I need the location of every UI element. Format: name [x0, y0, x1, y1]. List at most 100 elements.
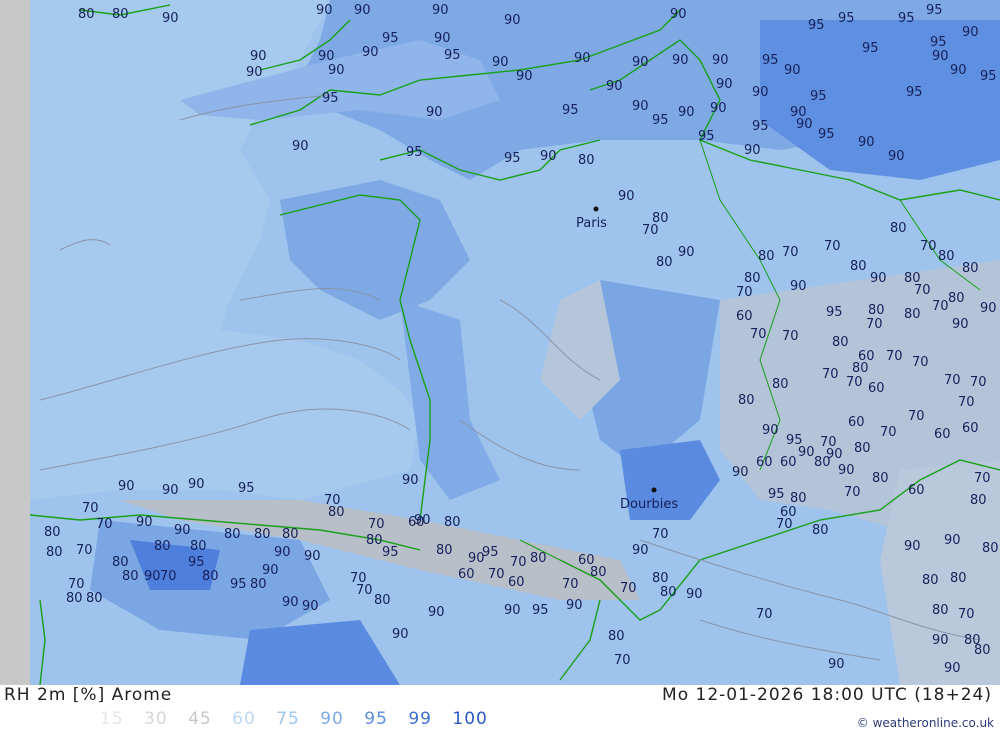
contour-label: 80	[932, 603, 949, 618]
contour-label: 60	[848, 415, 865, 430]
contour-label: 70	[822, 367, 839, 382]
contour-label: 80	[922, 573, 939, 588]
contour-label: 80	[850, 259, 867, 274]
contour-label: 80	[938, 249, 955, 264]
contour-label: 80	[66, 591, 83, 606]
contour-label: 70	[844, 485, 861, 500]
contour-label: 90	[354, 3, 371, 18]
contour-label: 80	[122, 569, 139, 584]
contour-label: 90	[796, 117, 813, 132]
contour-label: 60	[458, 567, 475, 582]
legend-item-15: 15	[100, 709, 124, 729]
contour-label: 80	[962, 261, 979, 276]
legend-item-75: 75	[276, 709, 300, 729]
contour-label: 95	[838, 11, 855, 26]
contour-label: 95	[768, 487, 785, 502]
city-label-dourbies: Dourbies	[620, 497, 678, 512]
contour-label: 90	[402, 473, 419, 488]
contour-label: 95	[906, 85, 923, 100]
contour-label: 80	[970, 493, 987, 508]
contour-label: 90	[980, 301, 997, 316]
legend-item-90: 90	[320, 709, 344, 729]
contour-label: 60	[868, 381, 885, 396]
contour-label: 90	[784, 63, 801, 78]
contour-label: 95	[238, 481, 255, 496]
contour-label: 90	[282, 595, 299, 610]
contour-label: 90	[932, 633, 949, 648]
contour-label: 80	[738, 393, 755, 408]
contour-label: 80	[282, 527, 299, 542]
contour-label: 90	[516, 69, 533, 84]
contour-label: 80	[758, 249, 775, 264]
contour-label: 90	[540, 149, 557, 164]
color-legend: 15 30 45 60 75 90 95 99 100	[100, 709, 502, 729]
no-data-strip	[0, 0, 30, 685]
contour-label: 70	[368, 517, 385, 532]
contour-label: 70	[880, 425, 897, 440]
contour-label: 70	[68, 577, 85, 592]
contour-label: 80	[790, 491, 807, 506]
contour-label: 70	[750, 327, 767, 342]
contour-label: 95	[930, 35, 947, 50]
contour-label: 60	[756, 455, 773, 470]
contour-label: 95	[230, 577, 247, 592]
credit-link[interactable]: © weatheronline.co.uk	[857, 716, 994, 730]
contour-label: 80	[974, 643, 991, 658]
contour-label: 95	[898, 11, 915, 26]
contour-label: 80	[530, 551, 547, 566]
contour-label: 80	[656, 255, 673, 270]
contour-label: 80	[948, 291, 965, 306]
contour-label: 95	[188, 555, 205, 570]
contour-label: 90	[932, 49, 949, 64]
contour-label: 90	[432, 3, 449, 18]
contour-label: 90	[492, 55, 509, 70]
contour-label: 90	[952, 317, 969, 332]
contour-label: 90	[686, 587, 703, 602]
contour-label: 80	[86, 591, 103, 606]
contour-label: 60	[934, 427, 951, 442]
contour-label: 70	[932, 299, 949, 314]
contour-label: 70	[846, 375, 863, 390]
contour-label: 95	[980, 69, 997, 84]
contour-label: 70	[782, 329, 799, 344]
contour-label: 80	[744, 271, 761, 286]
contour-label: 80	[904, 307, 921, 322]
contour-label: 60	[962, 421, 979, 436]
contour-label: 60	[578, 553, 595, 568]
contour-label: 70	[776, 517, 793, 532]
contour-label: 80	[660, 585, 677, 600]
city-dot-paris	[593, 206, 599, 212]
contour-label: 95	[808, 18, 825, 33]
contour-label: 70	[652, 527, 669, 542]
contour-label: 90	[838, 463, 855, 478]
contour-label: 80	[154, 539, 171, 554]
contour-label: 90	[670, 7, 687, 22]
contour-label: 90	[426, 105, 443, 120]
city-label-paris: Paris	[576, 216, 607, 231]
contour-label: 90	[162, 483, 179, 498]
contour-label: 70	[76, 543, 93, 558]
contour-label: 60	[780, 455, 797, 470]
contour-label: 90	[744, 143, 761, 158]
contour-label: 80	[436, 543, 453, 558]
contour-label: 90	[566, 598, 583, 613]
contour-label: 90	[262, 563, 279, 578]
contour-label: 90	[790, 279, 807, 294]
contour-label: 90	[316, 3, 333, 18]
contour-label: 90	[732, 465, 749, 480]
contour-label: 95	[818, 127, 835, 142]
contour-label: 90	[710, 101, 727, 116]
legend-item-45: 45	[188, 709, 212, 729]
legend-item-60: 60	[232, 709, 256, 729]
contour-label: 80	[950, 571, 967, 586]
contour-label: 90	[752, 85, 769, 100]
contour-label: 80	[328, 505, 345, 520]
contour-label: 95	[382, 31, 399, 46]
contour-label: 70	[614, 653, 631, 668]
contour-label: 90	[392, 627, 409, 642]
contour-label: 80	[982, 541, 999, 556]
contour-label: 70	[562, 577, 579, 592]
legend-item-99: 99	[408, 709, 432, 729]
contour-label: 90	[678, 245, 695, 260]
contour-label: 90	[274, 545, 291, 560]
